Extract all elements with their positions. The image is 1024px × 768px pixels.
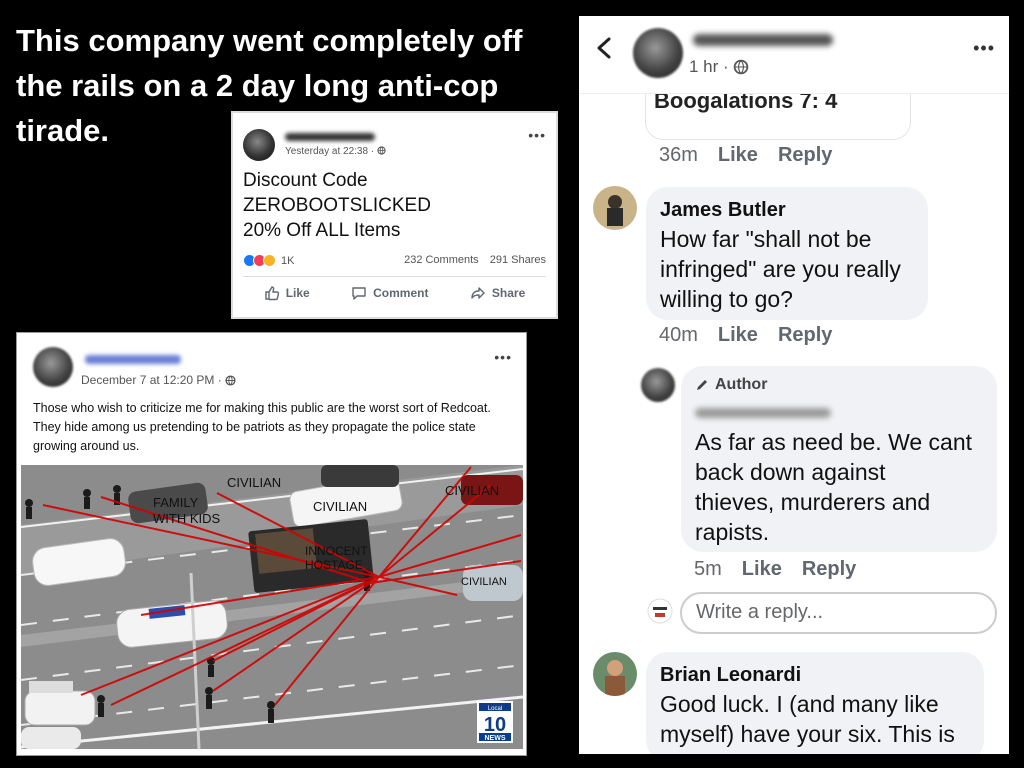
comment-author[interactable]: James Butler (660, 199, 786, 222)
photo-label-hostage: HOSTAGE (305, 558, 363, 572)
post-actions: Like Comment Share (243, 285, 546, 301)
globe-icon (377, 146, 386, 155)
photo-label-family: WITH KIDS (153, 511, 220, 526)
local-10-news-logo: Local 10 NEWS (477, 701, 513, 743)
post-body: Those who wish to criticize me for makin… (33, 401, 491, 453)
discount-post-card: Yesterday at 22:38 · ••• Discount Code Z… (231, 111, 558, 319)
reply-link[interactable]: Reply (802, 558, 856, 581)
reactions-summary[interactable]: 1K (243, 254, 294, 267)
post-timestamp[interactable]: Yesterday at 22:38 · (285, 146, 386, 157)
reply-input[interactable]: Write a reply... (680, 592, 997, 634)
post-stats: 232 Comments 291 Shares (396, 254, 546, 266)
post-line: 20% Off ALL Items (243, 220, 401, 241)
more-options-icon[interactable]: ••• (494, 349, 512, 365)
comment-text: As far as need be. We cant back down aga… (695, 429, 973, 545)
comment-actions: 36m Like Reply (659, 144, 852, 167)
comment-bubble: James Butler How far "shall not be infri… (646, 187, 928, 320)
like-link[interactable]: Like (718, 144, 758, 167)
photo-label-civilian: CIVILIAN (445, 483, 499, 498)
aerial-highway-photo[interactable]: CIVILIAN CIVILIAN CIVILIAN CIVILIAN FAMI… (21, 465, 523, 749)
photo-label-civilian: CIVILIAN (461, 576, 507, 588)
blurred-author-name (285, 133, 375, 141)
post-time[interactable]: 1 hr · (689, 57, 749, 77)
like-link[interactable]: Like (718, 324, 758, 347)
commenter-avatar[interactable] (593, 186, 637, 230)
author-badge: Author (695, 376, 767, 394)
globe-icon (225, 375, 236, 386)
commenter-avatar[interactable] (641, 368, 675, 402)
comment-author[interactable]: Brian Leonardi (660, 664, 801, 687)
post-avatar[interactable] (243, 129, 275, 161)
comment-actions: 5m Like Reply (694, 558, 876, 581)
comment-text: Good luck. I (and many like myself) have… (660, 691, 955, 747)
photo-label-hostage: INNOCENT (305, 544, 368, 558)
photo-label-civilian: CIVILIAN (313, 499, 367, 514)
back-arrow-icon[interactable] (593, 36, 617, 60)
comment-time: 40m (659, 324, 698, 346)
like-link[interactable]: Like (742, 558, 782, 581)
commenter-avatar[interactable] (593, 652, 637, 696)
post-avatar[interactable] (633, 28, 683, 78)
comment-actions: 40m Like Reply (659, 324, 852, 347)
my-avatar (647, 598, 673, 624)
more-options-icon[interactable]: ••• (528, 127, 546, 143)
car (21, 727, 81, 749)
photo-label-family: FAMILY (153, 495, 199, 510)
reply-link[interactable]: Reply (778, 144, 832, 167)
post-line: ZEROBOOTSLICKED (243, 195, 431, 216)
svg-text:Local: Local (488, 706, 502, 712)
car (321, 465, 399, 487)
post-avatar[interactable] (33, 347, 73, 387)
photo-label-civilian: CIVILIAN (227, 475, 281, 490)
comment-text: How far "shall not be infringed" are you… (660, 226, 901, 312)
post-line: Discount Code (243, 170, 368, 191)
shares-count[interactable]: 291 Shares (490, 254, 546, 266)
post-timestamp[interactable]: December 7 at 12:20 PM · (81, 373, 236, 387)
police-post-card: December 7 at 12:20 PM · ••• Those who w… (16, 332, 527, 756)
comment-button[interactable]: Comment (351, 285, 428, 301)
comment-bubble: Author As far as need be. We cant back d… (681, 366, 997, 552)
comment-time: 36m (659, 144, 698, 166)
haha-reaction-icon (263, 254, 276, 267)
globe-icon (733, 59, 748, 75)
comment-bubble: Brian Leonardi Good luck. I (and many li… (646, 652, 984, 754)
svg-text:10: 10 (484, 714, 506, 736)
comments-screenshot: 1 hr · ••• Boogalations 7: 4 36m Like Re… (579, 16, 1009, 754)
blurred-author-name (85, 355, 181, 364)
comment-icon (352, 287, 366, 300)
share-button[interactable]: Share (470, 285, 525, 301)
post-body: Discount Code ZEROBOOTSLICKED 20% Off AL… (243, 168, 543, 243)
comments-header: 1 hr · ••• (579, 16, 1009, 94)
reactions-count: 1K (281, 254, 295, 267)
like-button[interactable]: Like (264, 285, 310, 301)
comments-count[interactable]: 232 Comments (404, 254, 479, 266)
divider (243, 276, 546, 277)
thumbs-up-icon (265, 286, 279, 301)
reply-link[interactable]: Reply (778, 324, 832, 347)
comment-time: 5m (694, 558, 722, 580)
svg-text:NEWS: NEWS (485, 735, 506, 742)
pencil-icon (697, 380, 707, 390)
blurred-author-name (693, 34, 833, 46)
blurred-author-name (695, 408, 831, 418)
more-options-icon[interactable]: ••• (973, 38, 995, 59)
share-icon (471, 287, 485, 299)
